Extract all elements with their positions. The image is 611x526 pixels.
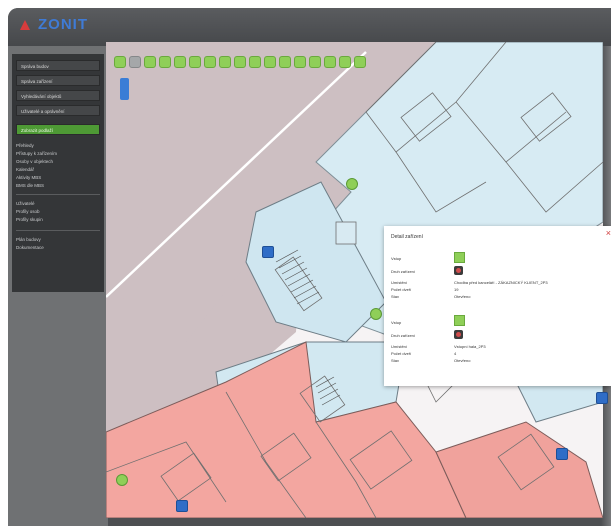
device-detail-popup: Detail zařízení × Vstup Druh zařízení Um… — [384, 226, 611, 386]
sidebar-link[interactable]: Dokumentace — [16, 244, 44, 252]
sidebar: Správa budov Správa zařízení Vyhledávání… — [8, 46, 108, 526]
logo-icon — [20, 19, 30, 30]
sidebar-link[interactable]: Přehledy — [16, 142, 34, 150]
close-icon[interactable]: × — [606, 228, 611, 238]
field-value: Otevřeno — [454, 294, 471, 299]
toolbar-button[interactable] — [324, 56, 336, 68]
field-label: Umístění — [391, 280, 408, 285]
toolbar-button[interactable] — [309, 56, 321, 68]
toolbar-button[interactable] — [159, 56, 171, 68]
toolbar-button[interactable] — [129, 56, 141, 68]
top-bar: ZONIT — [8, 8, 611, 46]
sidebar-divider — [16, 230, 100, 231]
device-marker[interactable] — [116, 474, 128, 486]
zoom-control[interactable] — [120, 78, 129, 100]
sidebar-button-devices[interactable]: Správa zařízení — [16, 75, 100, 86]
camera-icon[interactable] — [556, 448, 568, 460]
camera-icon[interactable] — [596, 392, 608, 404]
device-marker[interactable] — [370, 308, 382, 320]
device-marker[interactable] — [346, 178, 358, 190]
toolbar-button[interactable] — [204, 56, 216, 68]
toolbar-button[interactable] — [279, 56, 291, 68]
sidebar-divider — [16, 194, 100, 195]
sidebar-link[interactable]: Plán budovy — [16, 236, 41, 244]
sidebar-link[interactable]: Kalendář — [16, 166, 34, 174]
toolbar-button[interactable] — [294, 56, 306, 68]
field-label: Počet dveří — [391, 287, 412, 292]
sidebar-link[interactable]: Uživatelé — [16, 200, 35, 208]
field-label: Druh zařízení — [391, 269, 416, 274]
field-label: Stav — [391, 294, 400, 299]
toolbar-button[interactable] — [339, 56, 351, 68]
sidebar-menu-panel: Správa budov Správa zařízení Vyhledávání… — [12, 54, 104, 292]
field-value: Vstupní hala_2P3 — [454, 344, 486, 349]
field-label: Stav — [391, 358, 400, 363]
toolbar-button[interactable] — [174, 56, 186, 68]
camera-icon[interactable] — [262, 246, 274, 258]
sidebar-button-show-floor[interactable]: Zobrazit podlaží — [16, 124, 100, 135]
popup-title: Detail zařízení — [391, 234, 423, 240]
section-header: Vstup — [391, 320, 402, 325]
field-value: 19 — [454, 287, 459, 292]
toolbar-button[interactable] — [249, 56, 261, 68]
status-square — [454, 315, 465, 326]
toolbar-button[interactable] — [264, 56, 276, 68]
sidebar-link[interactable]: Profily skupin — [16, 216, 43, 224]
field-value: 4 — [454, 351, 457, 356]
logo: ZONIT — [18, 16, 88, 33]
device-type-icon — [454, 266, 463, 275]
toolbar-button[interactable] — [234, 56, 246, 68]
sidebar-button-users[interactable]: Uživatelé a oprávnění — [16, 105, 100, 116]
field-label: Umístění — [391, 344, 408, 349]
field-label: Druh zařízení — [391, 333, 416, 338]
app-title: ZONIT — [38, 16, 88, 33]
section-header: Vstup — [391, 256, 402, 261]
sidebar-link[interactable]: Osoby v objektech — [16, 158, 53, 166]
sidebar-link[interactable]: Profily osob — [16, 208, 40, 216]
sidebar-button-search[interactable]: Vyhledávání objektů — [16, 90, 100, 101]
sidebar-link[interactable]: Aktivity MBS — [16, 174, 41, 182]
toolbar-button[interactable] — [189, 56, 201, 68]
field-value: Chodba před kanceláří - ZÁKAZNICKÝ KLIEN… — [454, 280, 548, 285]
toolbar-button[interactable] — [354, 56, 366, 68]
camera-icon[interactable] — [176, 500, 188, 512]
toolbar-button[interactable] — [219, 56, 231, 68]
toolbar-button[interactable] — [114, 56, 126, 68]
toolbar-button[interactable] — [144, 56, 156, 68]
field-label: Počet dveří — [391, 351, 412, 356]
map-toolbar — [114, 56, 366, 68]
device-type-icon — [454, 330, 463, 339]
field-value: Otevřeno — [454, 358, 471, 363]
status-square — [454, 252, 465, 263]
sidebar-link[interactable]: Přístupy k zařízením — [16, 150, 57, 158]
sidebar-button-buildings[interactable]: Správa budov — [16, 60, 100, 71]
sidebar-link[interactable]: BMS dle MBS — [16, 182, 44, 190]
